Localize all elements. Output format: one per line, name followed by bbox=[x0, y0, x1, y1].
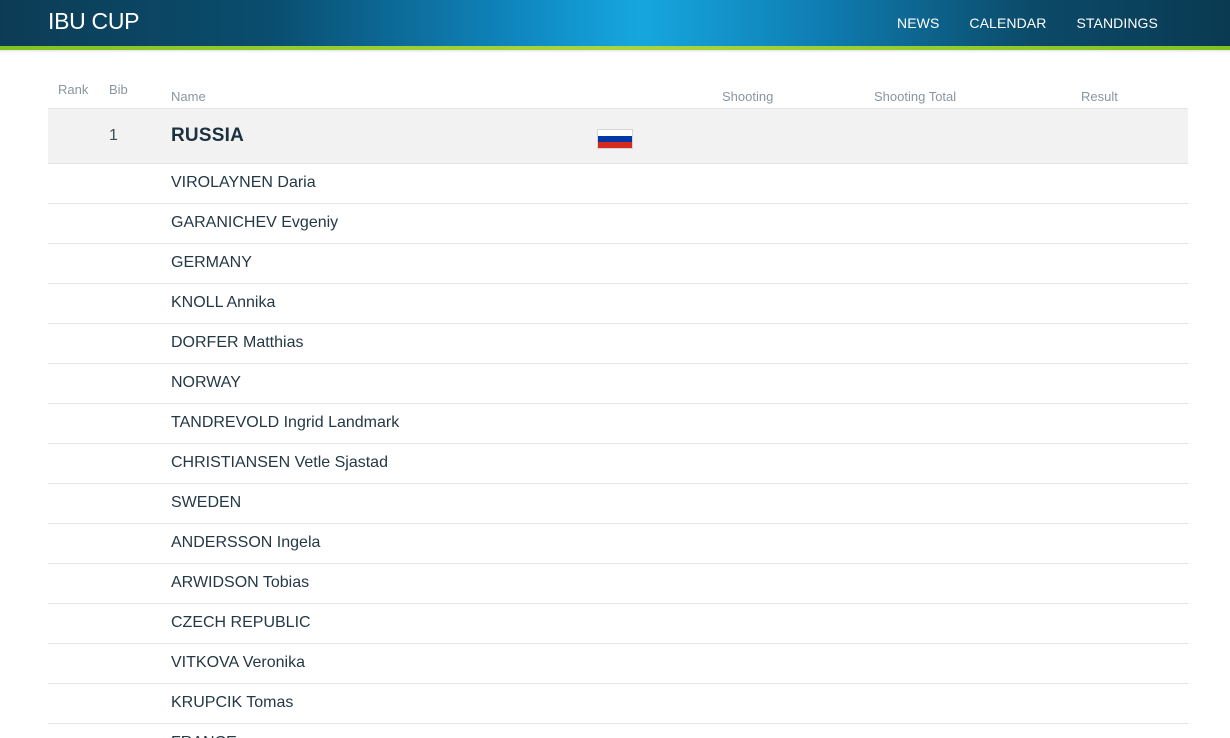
row-name: ARWIDSON Tobias bbox=[171, 574, 310, 591]
brand-logo[interactable]: IBU CUP bbox=[48, 8, 140, 35]
row-name: TANDREVOLD Ingrid Landmark bbox=[171, 414, 400, 431]
column-bib: Bib bbox=[109, 82, 128, 97]
athlete-rows: VIROLAYNEN Daria GARANICHEV Evgeniy GERMAN… bbox=[48, 164, 1188, 738]
table-row[interactable]: ARWIDSON Tobias bbox=[48, 564, 1188, 604]
column-rank: Rank bbox=[58, 82, 89, 97]
row-name: SWEDEN bbox=[171, 494, 242, 511]
nav-standings[interactable]: STANDINGS bbox=[1076, 15, 1158, 31]
row-name: GERMANY bbox=[171, 254, 252, 271]
table-row[interactable]: CHRISTIANSEN Vetle Sjastad bbox=[48, 444, 1188, 484]
flag-stripe-red bbox=[598, 142, 632, 148]
russia-flag-icon bbox=[597, 129, 633, 149]
table-row[interactable]: CZECH REPUBLIC bbox=[48, 604, 1188, 644]
team-name: RUSSIA bbox=[171, 125, 244, 146]
table-row[interactable]: VITKOVA Veronika bbox=[48, 644, 1188, 684]
table-row[interactable]: FRANCE bbox=[48, 724, 1188, 738]
table-row[interactable]: NORWAY bbox=[48, 364, 1188, 404]
table-row[interactable]: TANDREVOLD Ingrid Landmark bbox=[48, 404, 1188, 444]
row-name: FRANCE bbox=[171, 734, 237, 738]
team-bib: 1 bbox=[109, 127, 118, 144]
row-name: GARANICHEV Evgeniy bbox=[171, 214, 339, 231]
table-row[interactable]: KRUPCIK Tomas bbox=[48, 684, 1188, 724]
row-name: CHRISTIANSEN Vetle Sjastad bbox=[171, 454, 388, 471]
table-row[interactable]: GERMANY bbox=[48, 244, 1188, 284]
table-row[interactable]: SWEDEN bbox=[48, 484, 1188, 524]
nav-calendar[interactable]: CALENDAR bbox=[969, 15, 1046, 31]
table-row[interactable]: VIROLAYNEN Daria bbox=[48, 164, 1188, 204]
row-name: KNOLL Annika bbox=[171, 294, 276, 311]
row-name: KRUPCIK Tomas bbox=[171, 694, 294, 711]
row-name: VIROLAYNEN Daria bbox=[171, 174, 316, 191]
table-row[interactable]: GARANICHEV Evgeniy bbox=[48, 204, 1188, 244]
row-name: CZECH REPUBLIC bbox=[171, 614, 311, 631]
nav-news[interactable]: NEWS bbox=[897, 15, 939, 31]
table-row[interactable]: KNOLL Annika bbox=[48, 284, 1188, 324]
column-result: Result bbox=[1081, 89, 1118, 104]
row-name: VITKOVA Veronika bbox=[171, 654, 305, 671]
top-header: IBU CUP NEWS CALENDAR STANDINGS bbox=[0, 0, 1230, 46]
results-table: Rank Bib Name Shooting Shooting Total Re… bbox=[48, 76, 1188, 738]
table-header: Rank Bib Name Shooting Shooting Total Re… bbox=[48, 76, 1188, 109]
header-shadow bbox=[0, 50, 1230, 53]
row-name: ANDERSSON Ingela bbox=[171, 534, 321, 551]
table-row[interactable]: ANDERSSON Ingela bbox=[48, 524, 1188, 564]
column-shooting-total: Shooting Total bbox=[874, 89, 957, 104]
main-nav: NEWS CALENDAR STANDINGS bbox=[867, 0, 1158, 46]
team-row-russia[interactable]: 1 RUSSIA bbox=[48, 109, 1188, 164]
table-row[interactable]: DORFER Matthias bbox=[48, 324, 1188, 364]
row-name: DORFER Matthias bbox=[171, 334, 304, 351]
column-shooting: Shooting bbox=[722, 89, 774, 104]
row-name: NORWAY bbox=[171, 374, 241, 391]
column-name: Name bbox=[171, 89, 206, 104]
